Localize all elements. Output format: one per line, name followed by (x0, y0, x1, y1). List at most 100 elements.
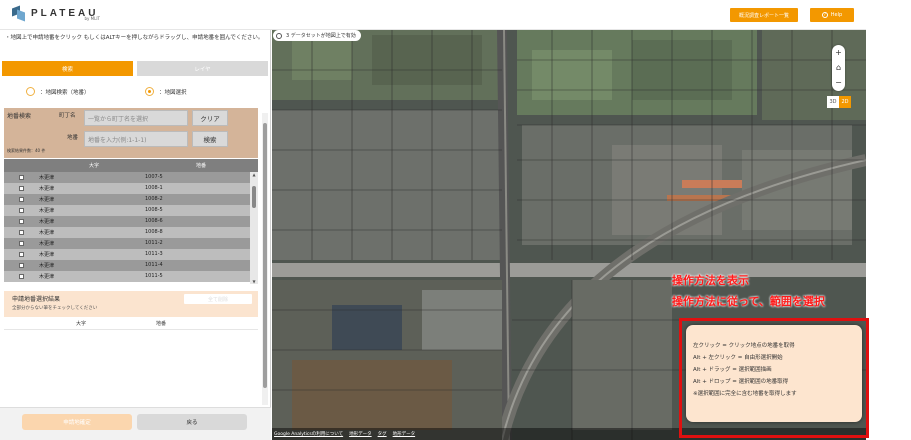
annotation-select-range: 操作方法に従って、範囲を選択 (672, 295, 825, 308)
lot-label: 地番 (67, 135, 79, 141)
lot-number-input[interactable]: 地番を入力(例:1-1-1) (84, 131, 188, 147)
map-zoom-control: + ⌂ − (832, 45, 845, 91)
radio-label: ：地図選択 (159, 89, 187, 96)
left-panel: ・地図上で申請地番をクリック もしくはALTキーを押しながらドラッグし、申請地番… (0, 30, 271, 440)
cell-oaza: 木更津 (39, 208, 55, 214)
cell-oaza: 木更津 (39, 186, 55, 192)
panel-scrollbar[interactable] (262, 113, 268, 405)
help-line: 左クリック = クリック地点の地番を取得 (693, 343, 795, 349)
cell-oaza: 木更津 (39, 263, 55, 269)
logo-subtext: by MLIT (84, 16, 100, 21)
tab-layer[interactable]: レイヤ (137, 61, 268, 76)
row-checkbox[interactable] (19, 263, 24, 268)
selected-lots-header: 大字 地番 (4, 317, 258, 330)
help-line: Alt + 左クリック = 自由形選択開始 (693, 355, 783, 361)
attribution-link[interactable]: 地形データ (349, 431, 372, 437)
cell-lot: 1008-8 (145, 229, 163, 235)
radio-map-search-lot[interactable]: ：地図検索（地番） (26, 87, 90, 96)
question-icon: ? (821, 12, 828, 18)
help-button[interactable]: ? Help (810, 8, 854, 22)
lot-table-body: 木更津 1007-5 木更津 1008-1 木更津 1008-2 木更津 1008-5 木更津 1… (4, 172, 250, 284)
lot-search-title: 地番検索 (7, 113, 32, 120)
selected-lots-title: 申請地番選択結果 (12, 296, 61, 303)
table-row[interactable]: 木更津 1011-3 (4, 249, 250, 260)
table-row[interactable]: 木更津 1008-8 (4, 227, 250, 238)
column-lot: 地番 (196, 163, 207, 169)
cell-lot: 1011-4 (145, 262, 163, 268)
app-header: PLATEAU by MLIT 概況調査レポート一覧 ? Help (0, 0, 866, 30)
row-checkbox[interactable] (19, 230, 24, 235)
table-row[interactable]: 木更津 1007-5 (4, 172, 250, 183)
home-icon[interactable]: ⌂ (832, 60, 845, 75)
search-button[interactable]: 検索 (192, 131, 228, 147)
row-checkbox[interactable] (19, 252, 24, 257)
apply-lot-button[interactable]: 申請地確定 (22, 414, 132, 430)
lot-search-panel: 地番検索 町丁名 一覧から町丁名を選択 クリア 地番 地番を入力(例:1-1-1… (4, 108, 258, 158)
selected-lots-panel: 申請地番選択結果 全部分からない筆をチェックしてください 全て削除 (4, 291, 258, 317)
dataset-status-text: 3 データセットが地図上で有効 (286, 33, 356, 39)
selected-lots-note: 全部分からない筆をチェックしてください (12, 306, 98, 311)
cell-lot: 1008-6 (145, 218, 163, 224)
annotation-show-help: 操作方法を表示 (672, 274, 749, 287)
help-line: Alt + ドロップ = 選択範囲の地番取得 (693, 379, 789, 385)
cell-lot: 1011-2 (145, 240, 163, 246)
dataset-status-pill[interactable]: 3 データセットが地図上で有効 (273, 30, 361, 41)
cell-lot: 1007-5 (145, 174, 163, 180)
cell-oaza: 木更津 (39, 197, 55, 203)
cell-lot: 1011-5 (145, 273, 163, 279)
view-2d-button[interactable]: 2D (839, 96, 851, 108)
radio-label: ：地図検索（地番） (40, 89, 90, 96)
table-row[interactable]: 木更津 1011-4 (4, 260, 250, 271)
row-checkbox[interactable] (19, 186, 24, 191)
report-list-button[interactable]: 概況調査レポート一覧 (730, 8, 798, 22)
row-checkbox[interactable] (19, 241, 24, 246)
row-checkbox[interactable] (19, 274, 24, 279)
layers-icon (276, 32, 282, 39)
row-checkbox[interactable] (19, 197, 24, 202)
attribution-link[interactable]: Google Analyticsの利用について (274, 431, 343, 437)
panel-scroll-thumb[interactable] (263, 123, 267, 388)
column-lot: 地番 (156, 321, 167, 327)
plateau-logo-icon (12, 5, 26, 21)
table-row[interactable]: 木更津 1008-5 (4, 205, 250, 216)
cell-lot: 1008-1 (145, 185, 163, 191)
table-row[interactable]: 木更津 1008-1 (4, 183, 250, 194)
cell-lot: 1011-3 (145, 251, 163, 257)
clear-all-button[interactable]: 全て削除 (184, 294, 252, 304)
cell-oaza: 木更津 (39, 274, 55, 280)
clear-button[interactable]: クリア (192, 110, 228, 126)
scroll-down-arrow-icon[interactable]: ▼ (251, 279, 257, 284)
attribution-link[interactable]: 地形データ (393, 431, 416, 437)
panel-tabs: 検索 レイヤ (2, 61, 268, 76)
zoom-out-button[interactable]: − (832, 75, 845, 90)
table-row[interactable]: 木更津 1011-5 (4, 271, 250, 282)
plateau-logo[interactable]: PLATEAU by MLIT (12, 5, 100, 21)
cell-oaza: 木更津 (39, 219, 55, 225)
row-checkbox[interactable] (19, 208, 24, 213)
radio-dot-selected (145, 87, 154, 96)
row-checkbox[interactable] (19, 219, 24, 224)
table-row[interactable]: 木更津 1011-2 (4, 238, 250, 249)
table-scrollbar[interactable]: ▲ ▼ (250, 172, 258, 284)
tab-search[interactable]: 検索 (2, 61, 133, 76)
help-line: ※選択範囲に完全に含む地番を取得します (693, 391, 797, 397)
result-count: 検索結果件数：40 件 (7, 148, 46, 153)
cell-lot: 1008-2 (145, 196, 163, 202)
table-row[interactable]: 木更津 1008-6 (4, 216, 250, 227)
help-button-label: Help (830, 12, 843, 18)
search-mode-radios: ：地図検索（地番） ：地図選択 (0, 86, 268, 100)
row-checkbox[interactable] (19, 175, 24, 180)
table-row[interactable]: 木更津 1008-2 (4, 194, 250, 205)
zoom-in-button[interactable]: + (832, 45, 845, 60)
table-scroll-thumb[interactable] (252, 186, 256, 208)
view-3d-button[interactable]: 3D (827, 96, 839, 108)
town-select[interactable]: 一覧から町丁名を選択 (84, 110, 188, 126)
back-button[interactable]: 戻る (137, 414, 247, 430)
attribution-link[interactable]: タグ (378, 431, 387, 437)
scroll-up-arrow-icon[interactable]: ▲ (251, 172, 257, 177)
help-popup: 左クリック = クリック地点の地番を取得 Alt + 左クリック = 自由形選択… (686, 325, 862, 422)
cell-oaza: 木更津 (39, 230, 55, 236)
cell-oaza: 木更津 (39, 252, 55, 258)
radio-map-select[interactable]: ：地図選択 (145, 87, 187, 96)
app-window: PLATEAU by MLIT 概況調査レポート一覧 ? Help ・地図上で申… (0, 0, 911, 440)
